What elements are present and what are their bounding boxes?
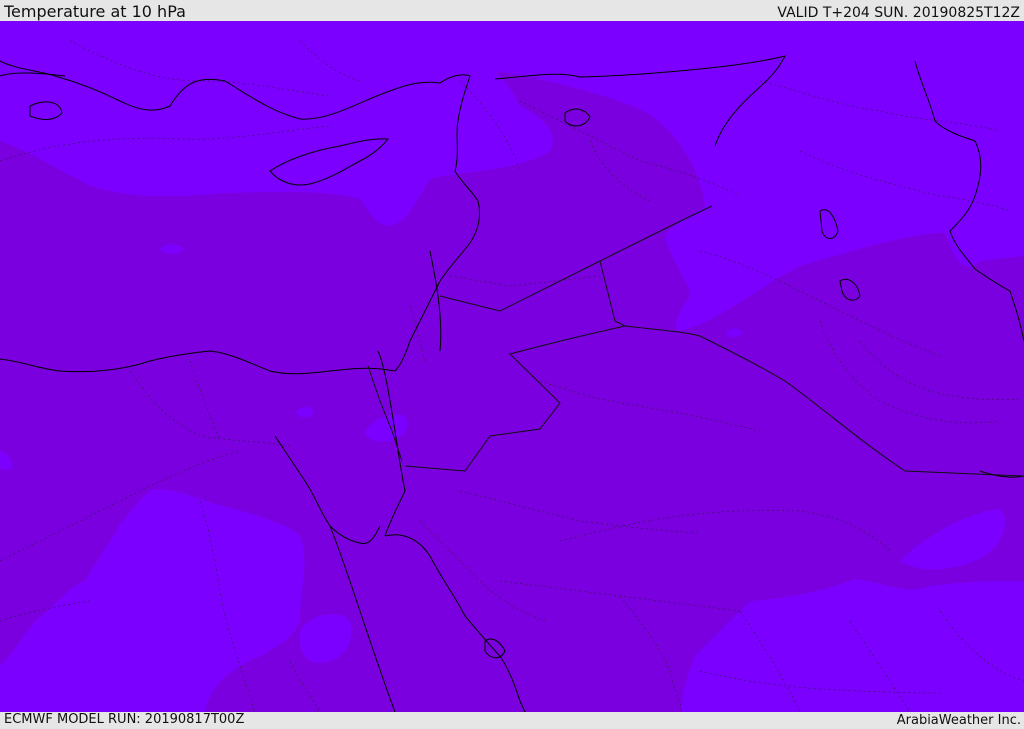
credit-label: ArabiaWeather Inc. — [896, 713, 1021, 728]
model-run-label: ECMWF MODEL RUN: 20190817T00Z — [4, 712, 245, 727]
temperature-map — [0, 21, 1024, 712]
header-bar: Temperature at 10 hPa VALID T+204 SUN. 2… — [0, 0, 1024, 21]
valid-time-label: VALID T+204 SUN. 20190825T12Z — [777, 5, 1020, 21]
map-canvas — [0, 21, 1024, 712]
footer-bar: ECMWF MODEL RUN: 20190817T00Z ArabiaWeat… — [0, 712, 1024, 729]
map-title: Temperature at 10 hPa — [4, 2, 186, 21]
